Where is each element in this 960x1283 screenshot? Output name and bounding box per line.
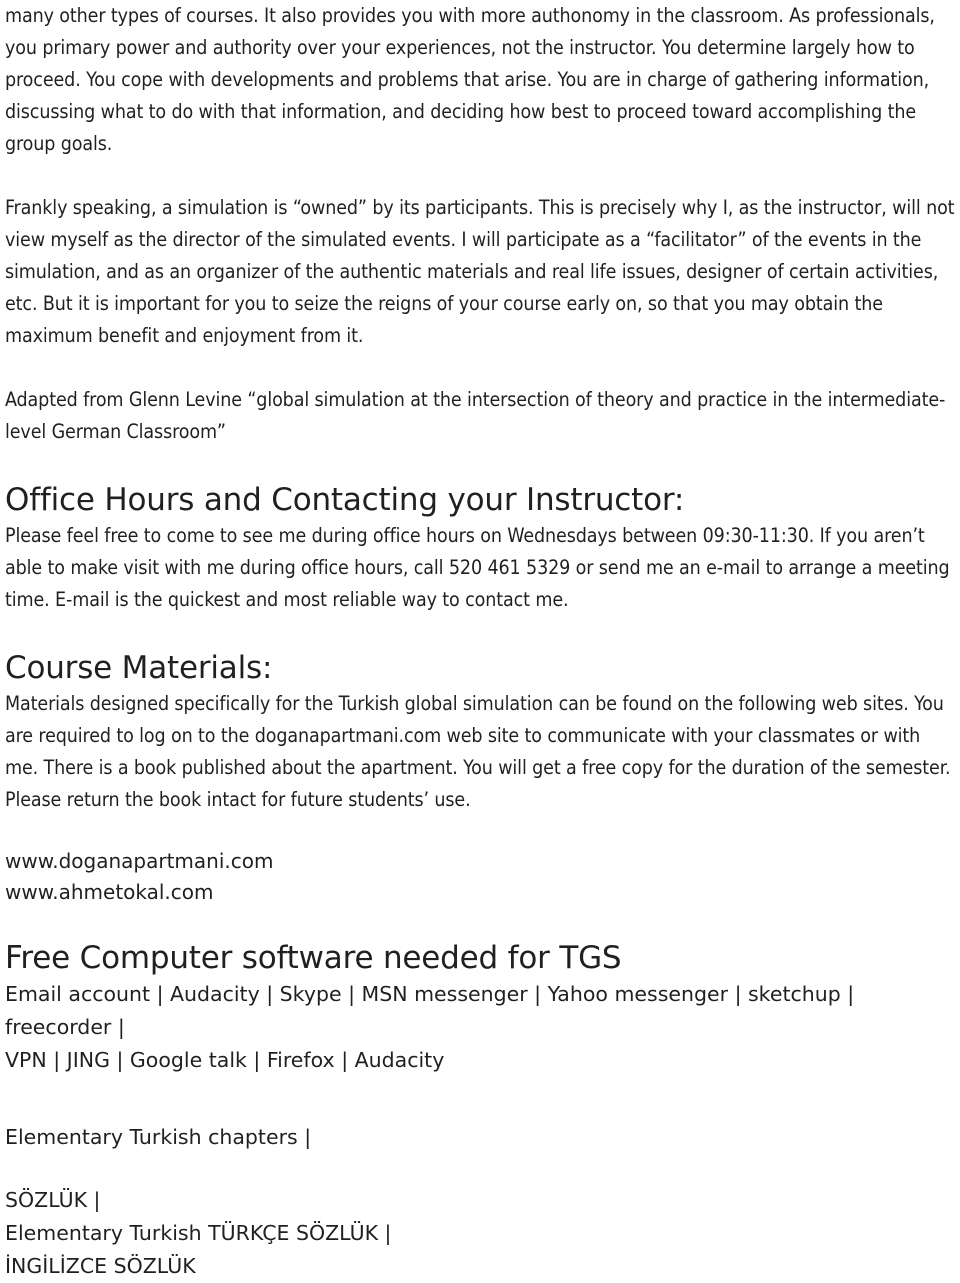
- document-page: many other types of courses. It also pro…: [0, 0, 960, 1278]
- resource-ingilizce-sozluk[interactable]: İNGİLİZCE SÖZLÜK: [0, 1250, 960, 1283]
- link-ahmetokal[interactable]: www.ahmetokal.com: [0, 877, 960, 908]
- paragraph-autonomy: many other types of courses. It also pro…: [5, 4, 935, 155]
- link-doganapartmani[interactable]: www.doganapartmani.com: [0, 846, 960, 877]
- software-list-line-1: Email account | Audacity | Skype | MSN m…: [5, 982, 855, 1039]
- spacer-before-software-heading: [0, 908, 960, 938]
- heading-course-materials: Course Materials:: [5, 650, 273, 686]
- paragraph-course-materials: Materials designed specifically for the …: [5, 692, 951, 811]
- resource-sozluk[interactable]: SÖZLÜK |: [0, 1184, 960, 1217]
- paragraph-attribution: Adapted from Glenn Levine “global simula…: [5, 388, 946, 443]
- spacer-before-links: [0, 816, 960, 846]
- software-list-line-2: VPN | JING | Google talk | Firefox | Aud…: [5, 1048, 445, 1072]
- spacer-before-resources: [0, 1077, 960, 1121]
- heading-free-software: Free Computer software needed for TGS: [5, 940, 622, 976]
- heading-office-hours: Office Hours and Contacting your Instruc…: [5, 482, 685, 518]
- resource-turkce-sozluk[interactable]: Elementary Turkish TÜRKÇE SÖZLÜK |: [0, 1217, 960, 1250]
- paragraph-office-hours: Please feel free to come to see me durin…: [5, 524, 950, 611]
- paragraph-ownership: Frankly speaking, a simulation is “owned…: [5, 196, 955, 347]
- resource-elementary-turkish-chapters[interactable]: Elementary Turkish chapters |: [0, 1121, 960, 1154]
- spacer-before-sozluk: [0, 1154, 960, 1184]
